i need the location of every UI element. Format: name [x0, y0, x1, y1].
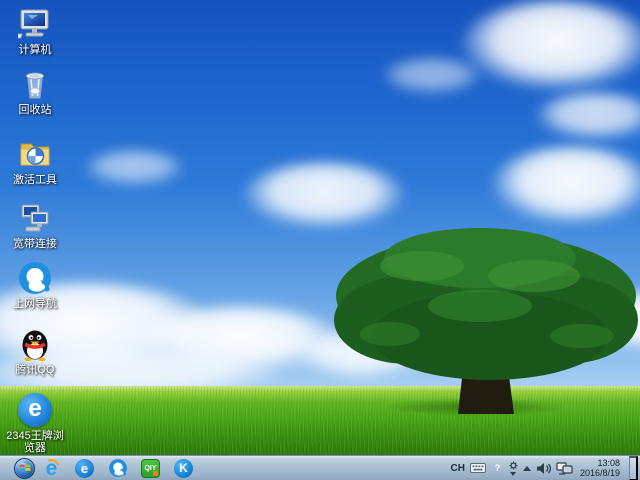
desktop-icon-label: 上网导航 — [13, 298, 57, 310]
system-tray: CH ? — [451, 456, 640, 480]
taskbar-item-qq-browser[interactable] — [101, 456, 134, 480]
desktop-wallpaper: 计算机 回收站 激活工具 — [0, 0, 640, 480]
taskbar: e e QIY K — [0, 455, 640, 480]
desktop-icon-label: 激活工具 — [13, 174, 57, 186]
iqiyi-icon: QIY — [141, 459, 160, 478]
language-bar-options-icon[interactable] — [509, 461, 518, 476]
keyboard-layout-icon[interactable] — [470, 462, 486, 474]
qq-browser-icon — [17, 260, 53, 296]
broadband-connection-icon — [17, 200, 53, 236]
clock-date: 2016/8/19 — [580, 468, 620, 478]
2345-browser-icon: e — [17, 392, 53, 428]
desktop-icon-web-navigation[interactable]: 上网导航 — [2, 260, 68, 310]
show-hidden-icons-button[interactable] — [523, 466, 531, 471]
clock-time: 13:08 — [597, 458, 620, 468]
taskbar-item-internet-explorer[interactable]: e — [35, 456, 68, 480]
taskbar-item-kugou[interactable]: K — [167, 456, 200, 480]
desktop-icon-tencent-qq[interactable]: 腾讯QQ — [2, 326, 68, 376]
desktop-icon-computer[interactable]: 计算机 — [2, 6, 68, 56]
show-desktop-button[interactable] — [629, 456, 638, 480]
recycle-bin-icon — [17, 66, 53, 102]
kugou-k-letter: K — [179, 462, 188, 474]
language-indicator[interactable]: CH — [451, 463, 465, 474]
start-button[interactable] — [14, 458, 35, 479]
chevron-up-icon — [523, 466, 531, 471]
cloud — [84, 150, 184, 186]
gear-icon — [509, 461, 518, 470]
folder-icon — [17, 136, 53, 172]
taskbar-item-2345-browser[interactable]: e — [68, 456, 101, 480]
desktop-icon-label: 计算机 — [19, 44, 52, 56]
desktop-icon-label: 腾讯QQ — [15, 364, 54, 376]
cloud — [244, 162, 404, 228]
browser-e-letter: e — [28, 397, 41, 421]
windows-flag-icon — [19, 462, 31, 474]
iqiyi-orange-corner — [153, 471, 158, 476]
clock[interactable]: 13:08 2016/8/19 — [578, 458, 624, 478]
language-bar-help-icon[interactable]: ? — [491, 462, 504, 475]
desktop-icon-label: 回收站 — [19, 104, 52, 116]
volume-icon[interactable] — [536, 462, 551, 475]
desktop-icon-broadband[interactable]: 宽带连接 — [2, 200, 68, 250]
taskbar-item-iqiyi[interactable]: QIY — [134, 456, 167, 480]
chevron-down-icon — [510, 472, 516, 476]
tree — [330, 224, 640, 416]
network-icon[interactable] — [556, 462, 573, 475]
cloud — [492, 146, 640, 224]
desktop-icon-2345-browser[interactable]: e 2345王牌浏览器 — [2, 392, 68, 454]
qq-browser-icon — [108, 458, 128, 478]
2345-browser-icon: e — [75, 459, 94, 478]
cloud — [462, 0, 640, 90]
desktop-icon-label: 宽带连接 — [13, 238, 57, 250]
desktop-icon-activation-tool[interactable]: 激活工具 — [2, 136, 68, 186]
desktop-icon-label: 2345王牌浏览器 — [2, 430, 68, 454]
desktop-icon-recycle-bin[interactable]: 回收站 — [2, 66, 68, 116]
browser-e-letter: e — [81, 462, 88, 475]
kugou-icon: K — [174, 459, 193, 478]
cloud — [536, 92, 640, 140]
cloud — [382, 58, 482, 94]
internet-explorer-icon: e — [46, 458, 58, 479]
computer-icon — [17, 6, 53, 42]
qq-penguin-icon — [17, 326, 53, 362]
